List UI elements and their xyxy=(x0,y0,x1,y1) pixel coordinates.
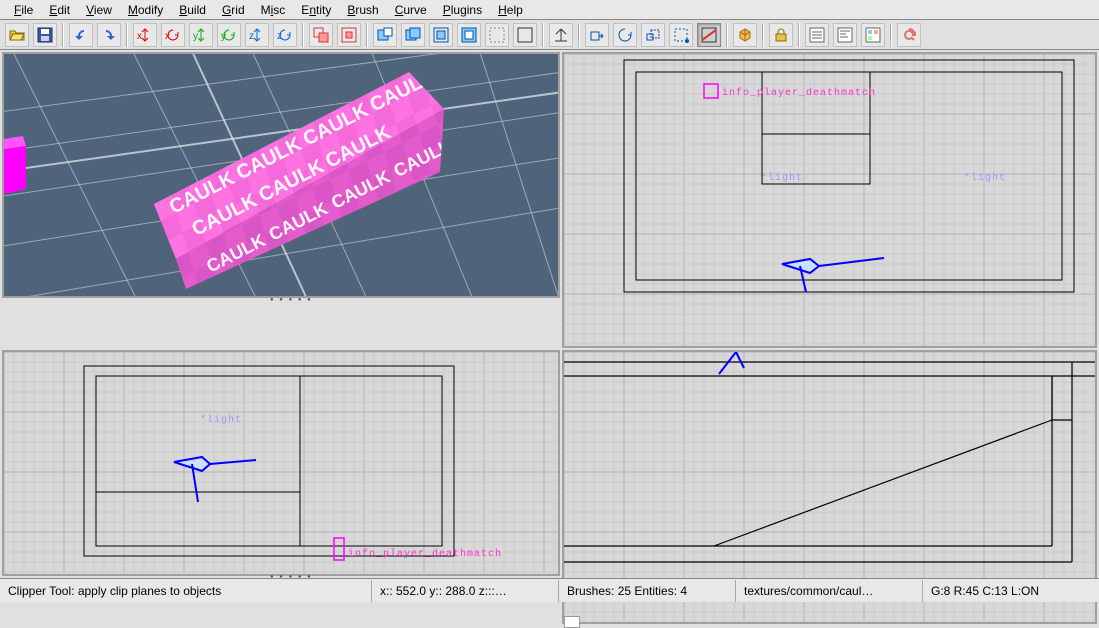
toolbar-separator xyxy=(726,23,728,47)
light-label: *light xyxy=(761,172,803,184)
spawn-label: info_player_deathmatch xyxy=(348,548,502,560)
entity-brush xyxy=(4,136,26,194)
svg-text:z: z xyxy=(277,31,282,42)
rotz-icon[interactable]: z xyxy=(273,23,297,47)
menu-plugins[interactable]: Plugins xyxy=(435,1,490,19)
refresh-icon[interactable] xyxy=(897,23,921,47)
texture-browser-icon[interactable] xyxy=(861,23,885,47)
toolbar-separator xyxy=(62,23,64,47)
toolbar-separator xyxy=(542,23,544,47)
structural-icon[interactable] xyxy=(513,23,537,47)
redo-icon[interactable] xyxy=(97,23,121,47)
menu-bar: FileEditViewModifyBuildGridMiscEntityBru… xyxy=(0,0,1099,20)
toolbar-separator xyxy=(126,23,128,47)
svg-text:z: z xyxy=(249,31,254,42)
viewport-xz-front[interactable]: *light info_player_deathmatch xyxy=(2,350,560,576)
flipx-icon[interactable]: x xyxy=(133,23,157,47)
save-icon[interactable] xyxy=(33,23,57,47)
light-label: *light xyxy=(964,172,1006,184)
menu-modify[interactable]: Modify xyxy=(120,1,171,19)
spawn-label: info_player_deathmatch xyxy=(722,87,876,99)
sel-touching-icon[interactable] xyxy=(309,23,333,47)
camera-widget xyxy=(719,352,744,374)
flipy-icon[interactable]: y xyxy=(189,23,213,47)
toolbar-separator xyxy=(578,23,580,47)
menu-edit[interactable]: Edit xyxy=(41,1,78,19)
menu-grid[interactable]: Grid xyxy=(214,1,253,19)
room-icon[interactable] xyxy=(457,23,481,47)
translate-icon[interactable] xyxy=(585,23,609,47)
viewports: CAULK CAULK CAULK CAULK CAULK CAULK CAUL… xyxy=(0,50,1099,578)
status-counts: Brushes: 25 Entities: 4 xyxy=(558,580,735,602)
menu-misc[interactable]: Misc xyxy=(253,1,294,19)
toolbar-separator xyxy=(302,23,304,47)
undo-icon[interactable] xyxy=(69,23,93,47)
camera-icon[interactable] xyxy=(549,23,573,47)
texture-lock-icon[interactable] xyxy=(769,23,793,47)
axis-indicator xyxy=(564,616,580,628)
svg-text:y: y xyxy=(193,31,198,42)
svg-text:x: x xyxy=(165,31,170,42)
csg-merge-icon[interactable] xyxy=(401,23,425,47)
menu-curve[interactable]: Curve xyxy=(387,1,435,19)
roty-icon[interactable]: y xyxy=(217,23,241,47)
hollow-icon[interactable] xyxy=(429,23,453,47)
status-bar: Clipper Tool: apply clip planes to objec… xyxy=(0,578,1099,602)
detail-icon[interactable] xyxy=(485,23,509,47)
menu-entity[interactable]: Entity xyxy=(293,1,339,19)
viewport-xy-top[interactable]: info_player_deathmatch *light *light xyxy=(562,52,1097,348)
toolbar-separator xyxy=(890,23,892,47)
scale-icon[interactable] xyxy=(641,23,665,47)
svg-text:y: y xyxy=(221,31,226,42)
toolbar-separator xyxy=(366,23,368,47)
toolbar-separator xyxy=(762,23,764,47)
spawn-marker: info_player_deathmatch xyxy=(334,538,502,560)
resize-icon[interactable] xyxy=(669,23,693,47)
viewport-3d-camera[interactable]: CAULK CAULK CAULK CAULK CAULK CAULK CAUL… xyxy=(2,52,560,298)
clipper-icon[interactable] xyxy=(697,23,721,47)
menu-help[interactable]: Help xyxy=(490,1,531,19)
status-hint: Clipper Tool: apply clip planes to objec… xyxy=(0,580,371,602)
status-coords: x:: 552.0 y:: 288.0 z:::… xyxy=(371,580,558,602)
menu-file[interactable]: File xyxy=(6,1,41,19)
camera-widget xyxy=(782,258,884,292)
status-texture: textures/common/caul… xyxy=(735,580,922,602)
entity-insp-icon[interactable] xyxy=(833,23,857,47)
entity-list-icon[interactable] xyxy=(805,23,829,47)
menu-view[interactable]: View xyxy=(78,1,120,19)
svg-text:x: x xyxy=(137,31,142,42)
status-grid: G:8 R:45 C:13 L:ON xyxy=(922,580,1099,602)
rotate-icon[interactable] xyxy=(613,23,637,47)
rotx-icon[interactable]: x xyxy=(161,23,185,47)
sel-inside-icon[interactable] xyxy=(337,23,361,47)
light-label: *light xyxy=(200,414,242,426)
cubic-clip-icon[interactable] xyxy=(733,23,757,47)
csg-subtract-icon[interactable] xyxy=(373,23,397,47)
spawn-marker: info_player_deathmatch xyxy=(704,84,876,99)
flipz-icon[interactable]: z xyxy=(245,23,269,47)
open-icon[interactable] xyxy=(5,23,29,47)
menu-build[interactable]: Build xyxy=(171,1,214,19)
toolbar-separator xyxy=(798,23,800,47)
menu-brush[interactable]: Brush xyxy=(339,1,386,19)
toolbar: xxyyzz xyxy=(0,20,1099,50)
